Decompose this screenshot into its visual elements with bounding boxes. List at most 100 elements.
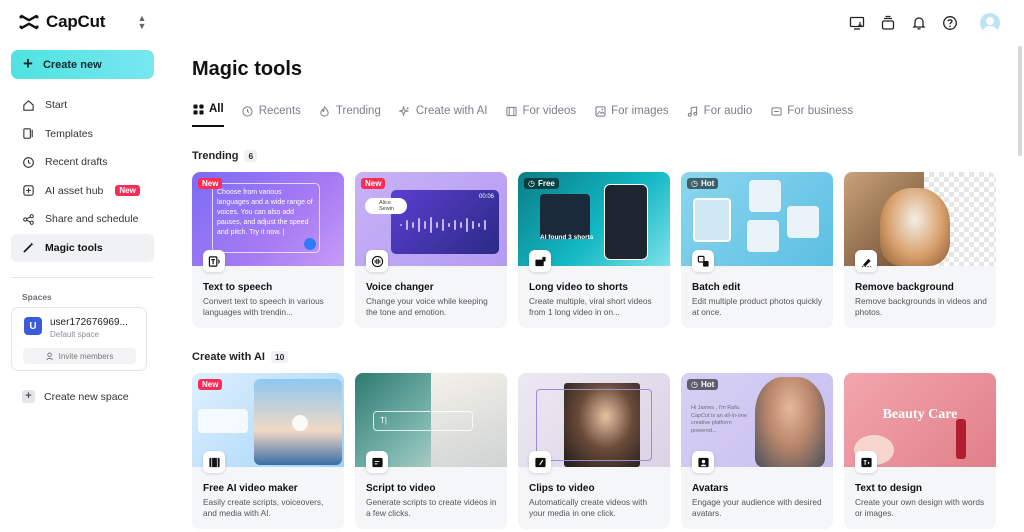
- sidebar-item-ai-asset-hub[interactable]: AI asset hub New: [11, 177, 154, 206]
- create-new-space-label: Create new space: [44, 390, 129, 403]
- tool-card-free-ai-video-maker[interactable]: New Free AI video maker Easily create sc…: [192, 373, 344, 529]
- workspace-switch-icon[interactable]: ▲ ▼: [136, 14, 148, 31]
- spaces-title: Spaces: [22, 292, 52, 302]
- card-description: Change your voice while keeping the tone…: [366, 296, 488, 317]
- play-icon: [292, 415, 308, 431]
- section-title-label: Trending: [192, 150, 239, 162]
- logo[interactable]: CapCut: [18, 11, 105, 33]
- grid-icon: [192, 103, 204, 115]
- tab-for-videos[interactable]: For videos: [505, 101, 576, 121]
- tool-card-avatars[interactable]: Hi James , I'm Rafa. CapCut is an all-in…: [681, 373, 833, 529]
- hot-badge: ◷ Hot: [687, 178, 719, 189]
- clock-icon: ◷: [691, 179, 698, 188]
- preview-video: [254, 379, 342, 465]
- create-new-space-button[interactable]: + Create new space: [22, 390, 129, 403]
- tool-card-text-to-design[interactable]: Beauty Care Text to design Create your o…: [844, 373, 996, 529]
- tab-label: Trending: [335, 105, 381, 117]
- card-title: Script to video: [366, 483, 436, 494]
- tab-for-audio[interactable]: For audio: [687, 101, 752, 121]
- card-description: Engage your audience with desired avatar…: [692, 497, 822, 518]
- tool-card-clips-to-video[interactable]: Clips to video Automatically create vide…: [518, 373, 670, 529]
- tab-for-business[interactable]: For business: [770, 101, 853, 121]
- preview-title: Beauty Care: [882, 407, 958, 422]
- tool-card-voice-changer[interactable]: 00:06 Alice Sewin New Voice changer Chan…: [355, 172, 507, 328]
- tool-card-remove-background[interactable]: Remove background Remove backgrounds in …: [844, 172, 996, 328]
- preview-dog: [880, 188, 950, 266]
- text-cursor-icon: T|: [373, 411, 473, 431]
- tab-trending[interactable]: Trending: [319, 101, 381, 121]
- preview-photo: [749, 180, 781, 212]
- card-title: Text to design: [855, 483, 923, 494]
- user-avatar[interactable]: [980, 13, 1000, 33]
- stack-icon[interactable]: [879, 14, 897, 32]
- badge-label: Free: [537, 179, 555, 188]
- tool-card-text-to-speech[interactable]: Choose from various languages and a wide…: [192, 172, 344, 328]
- desktop-download-icon[interactable]: [848, 14, 866, 32]
- sidebar-item-label: Recent drafts: [45, 156, 108, 169]
- clips-icon: [529, 451, 551, 473]
- card-title: Avatars: [692, 483, 729, 494]
- card-description: Generate scripts to create videos in a f…: [366, 497, 497, 518]
- page-title: Magic tools: [192, 58, 303, 80]
- free-badge: ◷ Free: [524, 178, 559, 189]
- card-title: Voice changer: [366, 282, 434, 293]
- tab-label: Create with AI: [415, 105, 488, 117]
- space-card[interactable]: U user172676969... Default space Invite …: [11, 307, 147, 371]
- card-description: Edit multiple product photos quickly at …: [692, 296, 823, 317]
- bell-icon[interactable]: [910, 14, 928, 32]
- top-toolbar: [848, 13, 1000, 33]
- invite-members-button[interactable]: Invite members: [23, 348, 136, 364]
- home-icon: [22, 99, 35, 112]
- capcut-logo-icon: [19, 14, 39, 30]
- preview-phone: [604, 184, 648, 260]
- add-user-icon: [46, 351, 53, 360]
- sidebar: CapCut ▲ ▼ + Create new Start Templates R…: [0, 0, 165, 532]
- new-badge: New: [361, 178, 386, 189]
- templates-icon: [22, 127, 35, 140]
- voice-changer-icon: [366, 250, 388, 272]
- music-icon: [687, 105, 699, 117]
- image-icon: [594, 105, 606, 117]
- preview-time: 00:06: [478, 194, 494, 200]
- film-icon: [505, 105, 517, 117]
- tab-recents[interactable]: Recents: [242, 101, 301, 121]
- sidebar-item-magic-tools[interactable]: Magic tools: [11, 233, 154, 262]
- tab-label: For images: [611, 105, 669, 117]
- ai-asset-icon: [22, 184, 35, 197]
- space-subtitle: Default space: [50, 330, 99, 339]
- card-title: Batch edit: [692, 282, 741, 293]
- flame-icon: [319, 105, 331, 117]
- tool-card-batch-edit[interactable]: ◷ Hot Batch edit Edit multiple product p…: [681, 172, 833, 328]
- tab-all[interactable]: All: [192, 101, 224, 127]
- text-to-speech-icon: [203, 250, 225, 272]
- tab-create-with-ai[interactable]: Create with AI: [399, 101, 488, 121]
- eraser-icon: [855, 250, 877, 272]
- card-title: Remove background: [855, 282, 954, 293]
- card-description: Remove backgrounds in videos and photos.: [855, 296, 987, 317]
- badge-label: Hot: [700, 179, 715, 188]
- tab-for-images[interactable]: For images: [594, 101, 669, 121]
- tool-card-script-to-video[interactable]: T| Script to video Generate scripts to c…: [355, 373, 507, 529]
- tab-label: For business: [787, 105, 854, 117]
- sidebar-item-recent-drafts[interactable]: Recent drafts: [11, 148, 154, 177]
- sparkle-icon: [399, 105, 411, 117]
- preview-label: AI found 3 shorts: [540, 234, 594, 241]
- create-new-button[interactable]: + Create new: [11, 50, 154, 79]
- create-new-label: Create new: [42, 58, 102, 71]
- help-icon[interactable]: [941, 14, 959, 32]
- space-avatar: U: [24, 317, 42, 335]
- tab-label: All: [209, 103, 224, 115]
- sidebar-item-start[interactable]: Start: [11, 91, 154, 120]
- sidebar-item-label: Share and schedule: [45, 213, 139, 226]
- card-description: Easily create scripts, voiceovers, and m…: [203, 497, 324, 518]
- sidebar-item-templates[interactable]: Templates: [11, 120, 154, 149]
- send-icon: [304, 238, 316, 250]
- business-icon: [770, 105, 782, 117]
- tool-card-long-video-to-shorts[interactable]: AI found 3 shorts ◷ Free Long video to s…: [518, 172, 670, 328]
- new-badge: New: [198, 178, 223, 189]
- section-title-label: Create with AI: [192, 351, 265, 363]
- sidebar-item-share-schedule[interactable]: Share and schedule: [11, 205, 154, 234]
- scrollbar[interactable]: [1018, 46, 1022, 156]
- card-description: Convert text to speech in various langua…: [203, 296, 324, 317]
- waveform-icon: [400, 217, 486, 233]
